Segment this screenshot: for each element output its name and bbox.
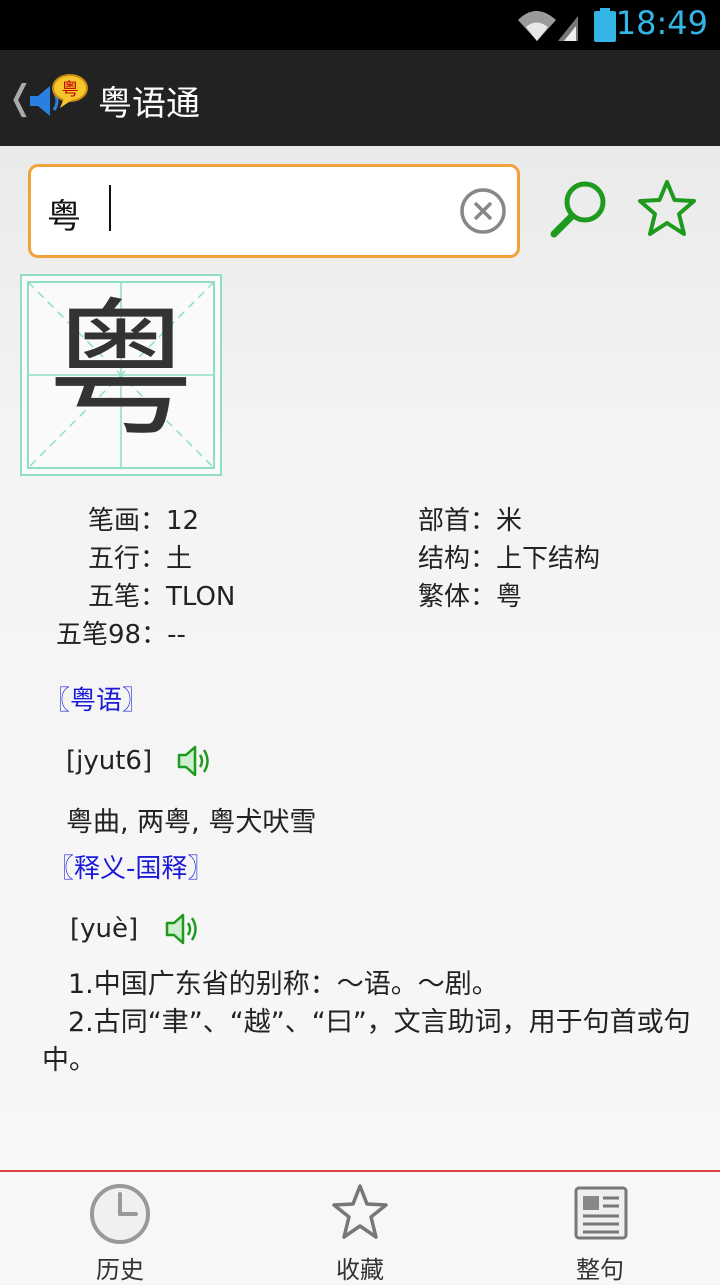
- wubi98-value: --: [167, 620, 186, 650]
- radical-value: 米: [496, 506, 523, 536]
- cantonese-examples: 粤曲, 两粤, 粤犬吠雪: [66, 807, 317, 838]
- jyutping-text: [jyut6]: [66, 746, 153, 776]
- logo-badge: 粤: [62, 80, 79, 100]
- definition-item: 2.古同“聿”、“越”、“曰”，文言助词，用于句首或句中。: [42, 1007, 691, 1076]
- status-time: 18:49: [615, 4, 708, 42]
- radical-row: 部首：米: [418, 500, 522, 537]
- search-icon[interactable]: [548, 178, 610, 240]
- character-grid: 粤: [20, 274, 222, 476]
- wubi-label: 五笔：: [88, 582, 167, 612]
- search-input[interactable]: 粤: [28, 164, 520, 258]
- element-row: 五行：土: [88, 538, 192, 575]
- nav-history[interactable]: 历史: [0, 1172, 240, 1284]
- wubi98-label: 五笔98：: [56, 620, 168, 650]
- element-label: 五行：: [88, 544, 167, 574]
- radical-label: 部首：: [418, 506, 497, 536]
- definitions-list: 1.中国广东省的别称：～语。～剧。 2.古同“聿”、“越”、“曰”，文言助词，用…: [42, 966, 692, 1080]
- search-value[interactable]: 粤: [47, 189, 81, 238]
- mandarin-section-title: 〖释义-国释〗: [48, 854, 214, 884]
- strokes-row: 笔画：12: [88, 500, 199, 537]
- app-logo-icon[interactable]: 粤: [28, 74, 90, 120]
- traditional-value: 粤: [496, 582, 523, 612]
- newspaper-icon: [574, 1186, 628, 1240]
- structure-value: 上下结构: [496, 544, 601, 574]
- clear-icon[interactable]: [459, 187, 507, 235]
- definition-item: 1.中国广东省的别称：～语。～剧。: [68, 969, 499, 1000]
- speaker-icon[interactable]: [164, 910, 200, 948]
- nav-sentences[interactable]: 整句: [480, 1172, 720, 1284]
- wubi-row: 五笔：TLON: [88, 576, 235, 613]
- app-title: 粤语通: [98, 84, 200, 124]
- wubi98-row: 五笔98：--: [56, 614, 186, 651]
- bottom-nav: 历史 收藏 整句: [0, 1170, 720, 1284]
- structure-row: 结构：上下结构: [418, 538, 600, 575]
- structure-label: 结构：: [418, 544, 497, 574]
- speaker-icon[interactable]: [176, 742, 212, 780]
- wubi-value: TLON: [166, 582, 236, 612]
- text-caret: [109, 185, 111, 231]
- nav-favorites[interactable]: 收藏: [240, 1172, 480, 1284]
- pinyin-text: [yuè]: [70, 914, 139, 944]
- clock-icon: [90, 1184, 150, 1244]
- wifi-icon: [518, 11, 578, 41]
- strokes-value: 12: [166, 506, 200, 536]
- app-bar: ❬ 粤 粤语通: [0, 50, 720, 146]
- cantonese-section-title: 〖粤语〗: [44, 686, 149, 716]
- traditional-row: 繁体：粤: [418, 576, 522, 613]
- status-bar: 18:49: [0, 0, 720, 50]
- element-value: 土: [166, 544, 193, 574]
- strokes-label: 笔画：: [88, 506, 167, 536]
- star-outline-icon: [332, 1184, 388, 1239]
- battery-icon: [594, 8, 616, 42]
- favorite-star-icon[interactable]: [636, 178, 698, 240]
- character-glyph: 粤: [47, 285, 195, 457]
- traditional-label: 繁体：: [418, 582, 497, 612]
